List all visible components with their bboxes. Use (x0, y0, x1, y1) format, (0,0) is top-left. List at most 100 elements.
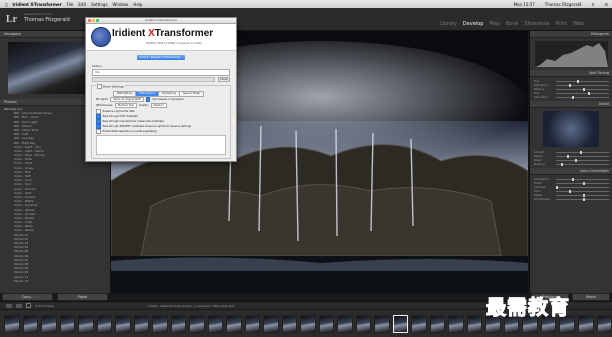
filmstrip-thumbnail[interactable] (78, 314, 94, 333)
filmstrip-thumbnail[interactable] (392, 314, 409, 333)
menu-help[interactable]: Help (133, 2, 142, 7)
filmstrip-thumbnail[interactable] (577, 314, 594, 333)
slider-track[interactable] (556, 158, 609, 162)
slider-knob[interactable] (577, 79, 580, 83)
app-menu[interactable]: Iridient X-Transformer (12, 2, 61, 7)
reset-button[interactable]: Reset (572, 293, 610, 301)
slider-knob[interactable] (566, 154, 569, 158)
filmstrip-thumbnail[interactable] (263, 314, 279, 333)
lens-header[interactable]: Lens Corrections (530, 168, 612, 175)
slider-track[interactable] (556, 91, 609, 95)
paste-button[interactable]: Paste (57, 293, 108, 301)
slider-knob[interactable] (574, 158, 577, 162)
show-settings-checkbox[interactable] (97, 84, 102, 89)
filmstrip-thumbnail[interactable] (281, 314, 298, 333)
exif-checkbox[interactable] (96, 114, 101, 119)
slider-knob[interactable] (587, 91, 590, 95)
slider-track[interactable] (556, 79, 609, 83)
slider-knob[interactable] (571, 177, 574, 181)
slider-track[interactable] (556, 197, 609, 201)
slider-knob[interactable] (582, 181, 585, 185)
clock[interactable]: Mon 15:57 (514, 2, 535, 7)
filmstrip-thumbnail[interactable] (22, 314, 39, 333)
module-library[interactable]: Library (439, 21, 456, 27)
slider-track[interactable] (556, 193, 609, 197)
slider-track[interactable] (556, 154, 609, 158)
module-book[interactable]: Book (506, 21, 518, 27)
soft-proofing-checkbox[interactable] (26, 303, 31, 308)
show-settings-toggle[interactable]: Show Settings (96, 84, 125, 89)
slider-knob[interactable] (569, 189, 572, 193)
close-window-icon[interactable] (88, 19, 91, 22)
embed-original-checkbox[interactable] (96, 109, 101, 114)
cancel-button[interactable]: Cancel (218, 76, 230, 82)
menu-window[interactable]: Window (113, 2, 129, 7)
filmstrip-thumbnail[interactable] (152, 314, 168, 333)
filmstrip-thumbnail[interactable] (596, 314, 612, 333)
menu-settings[interactable]: Settings (91, 2, 107, 7)
module-slideshow[interactable]: Slideshow (524, 21, 549, 27)
filmstrip-thumbnail[interactable] (337, 314, 353, 333)
preset-item[interactable]: Studio 12 (0, 279, 110, 283)
filmstrip-thumbnail[interactable] (207, 314, 224, 333)
zoom-window-icon[interactable] (96, 19, 99, 22)
filmstrip-thumbnail[interactable] (374, 314, 390, 333)
module-web[interactable]: Web (573, 21, 584, 27)
menu-edit[interactable]: Edit (78, 2, 86, 7)
menu-file[interactable]: File (67, 2, 74, 7)
module-print[interactable]: Print (556, 21, 568, 27)
slider-knob[interactable] (556, 185, 558, 189)
makernote-checkbox[interactable] (96, 119, 101, 124)
slider-track[interactable] (556, 95, 609, 99)
slider-track[interactable] (556, 189, 609, 193)
filmstrip-thumbnail[interactable] (429, 314, 446, 333)
slider-track[interactable] (556, 150, 609, 154)
apple-icon[interactable]:  (5, 2, 7, 7)
slider-track[interactable] (556, 177, 609, 181)
slider-knob[interactable] (582, 197, 585, 201)
filmstrip-thumbnail[interactable] (466, 314, 483, 333)
drop-area[interactable] (96, 135, 226, 155)
split-toning-header[interactable]: Split Toning (530, 70, 612, 77)
notification-icon[interactable]: ☰ (604, 2, 608, 7)
jpeg-preview-select[interactable]: Medium Size (115, 103, 137, 109)
module-map[interactable]: Map (489, 21, 500, 27)
filmstrip-thumbnail[interactable] (41, 314, 57, 333)
minimize-window-icon[interactable] (92, 19, 95, 22)
detail-zoom-preview[interactable] (543, 111, 599, 147)
detail-header[interactable]: Detail (530, 101, 612, 108)
spotlight-icon[interactable]: ⚲ (591, 2, 594, 7)
copy-button[interactable]: Copy... (2, 293, 53, 301)
filmstrip-thumbnail[interactable] (300, 314, 316, 333)
filmstrip-thumbnail[interactable] (318, 314, 335, 333)
register-button[interactable]: Unlock / Register X-Transformer... (137, 55, 185, 60)
histogram-header[interactable]: Histogram (530, 31, 612, 38)
filmstrip-thumbnail[interactable] (59, 314, 76, 333)
filmstrip-thumbnail[interactable] (133, 314, 150, 333)
filmstrip-thumbnail[interactable] (170, 314, 187, 333)
slider-track[interactable] (556, 87, 609, 91)
filmstrip-thumbnail[interactable] (411, 314, 427, 333)
filmstrip-thumbnail[interactable] (448, 314, 464, 333)
slider-track[interactable] (556, 181, 609, 185)
module-develop[interactable]: Develop (463, 21, 484, 27)
compare-icon[interactable] (16, 303, 22, 308)
filmstrip-thumbnail[interactable] (226, 314, 242, 333)
slider-knob[interactable] (582, 193, 585, 197)
slider-knob[interactable] (571, 95, 574, 99)
xmp-checkbox[interactable] (96, 124, 101, 129)
bit-depth-select[interactable]: Same as original RAW (110, 97, 144, 103)
filmstrip-thumbnail[interactable] (96, 314, 113, 333)
filmstrip-thumbnail[interactable] (189, 314, 205, 333)
user-menu[interactable]: Thomas Fitzgerald (545, 2, 582, 7)
embed-raw-checkbox[interactable] (96, 129, 101, 134)
slider-track[interactable] (556, 185, 609, 189)
slider-track[interactable] (556, 83, 609, 87)
view-mode-icon[interactable] (6, 303, 12, 308)
filmstrip-thumbnail[interactable] (244, 314, 261, 333)
slider-knob[interactable] (579, 150, 582, 154)
lossless-checkbox[interactable] (145, 97, 151, 102)
slider-knob[interactable] (561, 162, 564, 166)
slider-knob[interactable] (569, 83, 572, 87)
slider-knob[interactable] (582, 87, 585, 91)
